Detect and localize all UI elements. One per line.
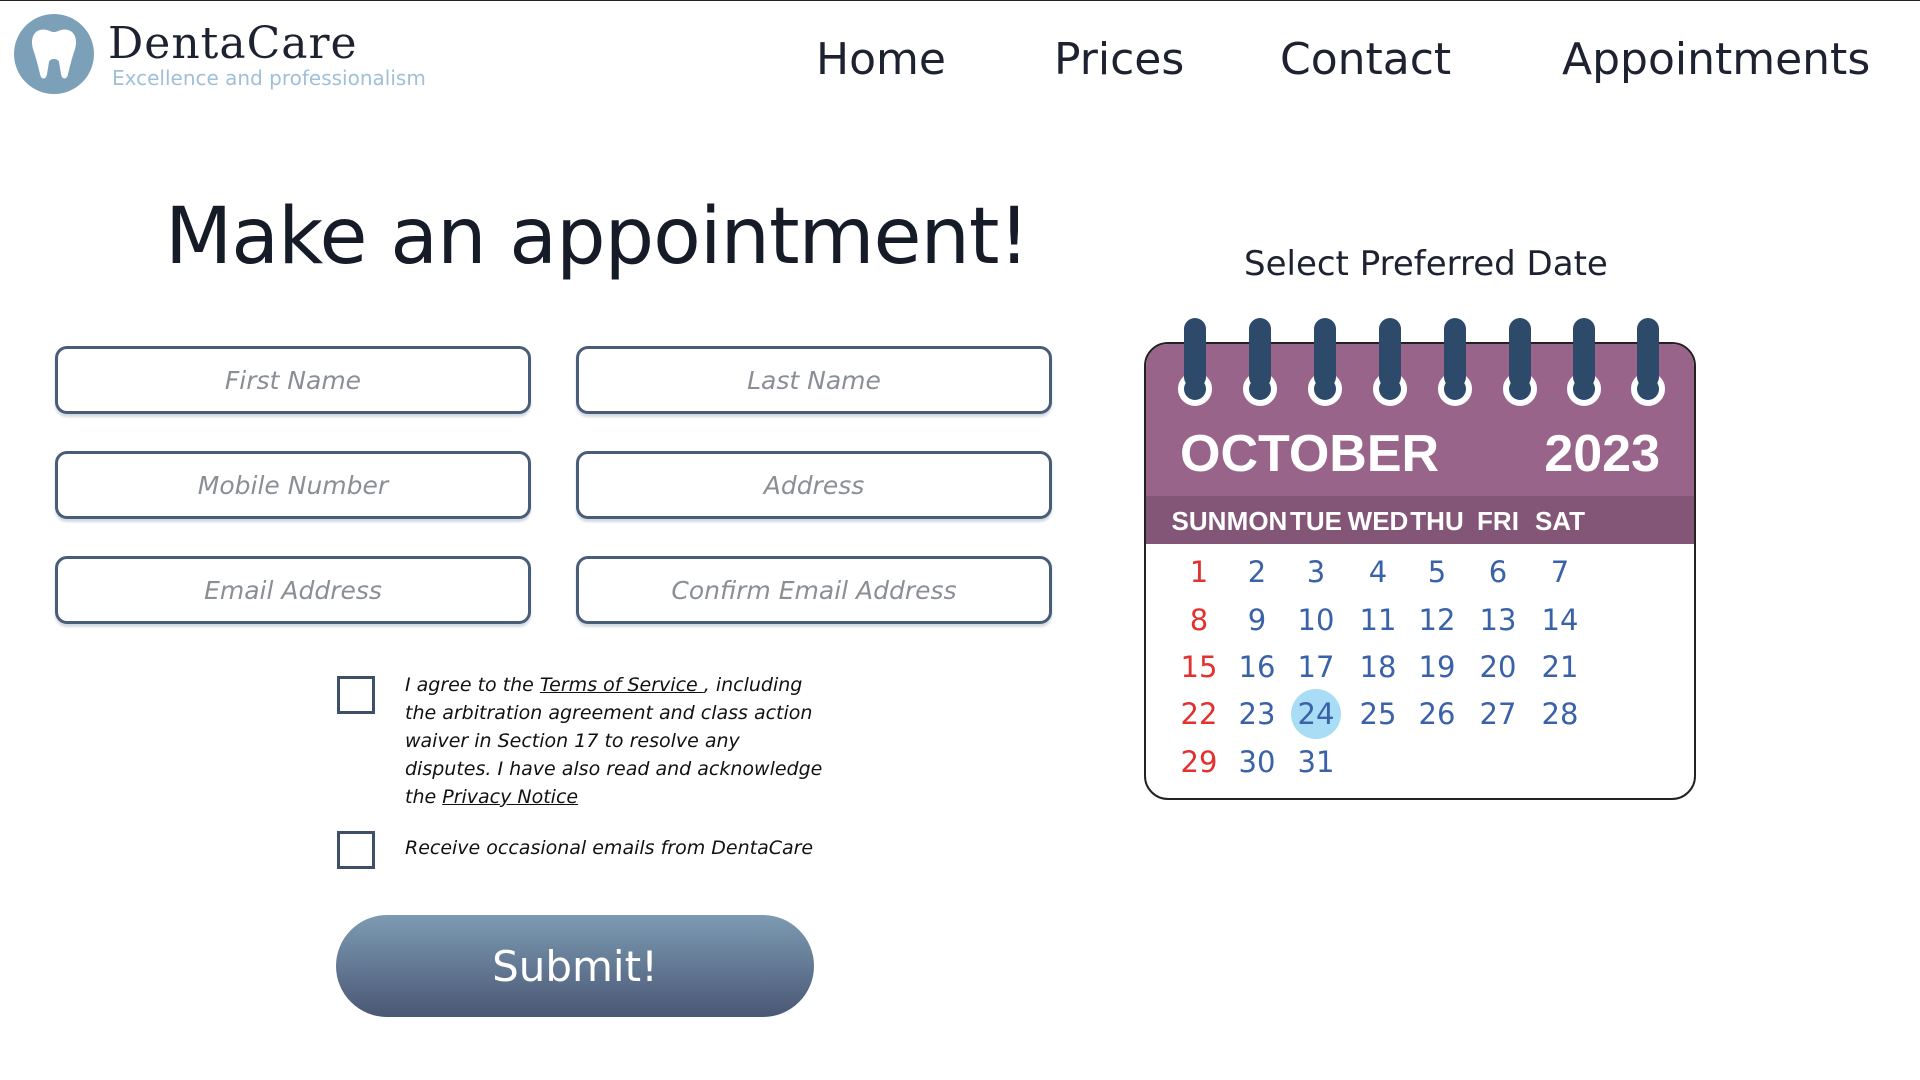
calendar-date[interactable]: 22 <box>1172 691 1226 737</box>
terms-text: I agree to the Terms of Service , includ… <box>405 671 825 811</box>
selected-date[interactable]: 24 <box>1291 689 1341 739</box>
weekday-mon: MON <box>1226 506 1288 536</box>
binding-ring <box>1509 318 1531 388</box>
weekday-fri: FRI <box>1477 506 1519 536</box>
calendar-date[interactable]: 31 <box>1289 739 1343 785</box>
first-name-input[interactable] <box>55 346 531 414</box>
terms-prefix: I agree to the <box>405 674 540 696</box>
terms-of-service-link[interactable]: Terms of Service <box>540 674 704 696</box>
calendar-date[interactable]: 25 <box>1351 691 1405 737</box>
weekday-sat: SAT <box>1534 506 1586 536</box>
confirm-email-input[interactable] <box>576 556 1052 624</box>
calendar-date[interactable]: 13 <box>1471 597 1525 643</box>
calendar-date[interactable]: 11 <box>1351 597 1405 643</box>
calendar-date[interactable]: 14 <box>1533 597 1587 643</box>
calendar-date[interactable]: 28 <box>1533 691 1587 737</box>
address-input[interactable] <box>576 451 1052 519</box>
calendar-date[interactable]: 16 <box>1230 644 1284 690</box>
calendar-date[interactable]: 6 <box>1471 549 1525 595</box>
weekday-thu: THU <box>1410 506 1464 536</box>
calendar-date[interactable]: 29 <box>1172 739 1226 785</box>
nav-contact[interactable]: Contact <box>1280 34 1451 85</box>
calendar-date[interactable]: 3 <box>1289 549 1343 595</box>
newsletter-label: Receive occasional emails from DentaCare <box>405 837 814 859</box>
calendar-month: OCTOBER <box>1180 425 1440 483</box>
calendar-date[interactable]: 30 <box>1230 739 1284 785</box>
calendar-date[interactable]: 23 <box>1230 691 1284 737</box>
calendar-date[interactable]: 18 <box>1351 644 1405 690</box>
calendar-date[interactable]: 4 <box>1351 549 1405 595</box>
calendar-year: 2023 <box>1544 425 1660 483</box>
weekday-wed: WED <box>1347 506 1409 536</box>
binding-ring <box>1573 318 1595 388</box>
nav-prices[interactable]: Prices <box>1054 34 1184 85</box>
tooth-icon[interactable] <box>14 14 94 94</box>
brand-name[interactable]: DentaCare <box>108 18 358 69</box>
calendar-date[interactable]: 15 <box>1172 644 1226 690</box>
terms-checkbox[interactable] <box>337 676 375 714</box>
nav-home[interactable]: Home <box>816 34 946 85</box>
calendar-date[interactable]: 19 <box>1410 644 1464 690</box>
weekday-tue: TUE <box>1290 506 1342 536</box>
mobile-number-input[interactable] <box>55 451 531 519</box>
email-input[interactable] <box>55 556 531 624</box>
calendar-date[interactable]: 10 <box>1289 597 1343 643</box>
calendar-date[interactable]: 27 <box>1471 691 1525 737</box>
calendar: OCTOBER 2023 SUN MON TUE WED THU FRI SAT 12345… <box>1144 342 1696 800</box>
binding-ring <box>1249 318 1271 388</box>
top-border <box>0 0 1920 1</box>
binding-ring <box>1314 318 1336 388</box>
binding-ring <box>1444 318 1466 388</box>
page-title: Make an appointment! <box>165 192 1030 282</box>
calendar-date[interactable]: 7 <box>1533 549 1587 595</box>
submit-button[interactable]: Submit! <box>336 915 814 1017</box>
calendar-date[interactable]: 5 <box>1410 549 1464 595</box>
binding-ring <box>1379 318 1401 388</box>
calendar-date[interactable]: 1 <box>1172 549 1226 595</box>
calendar-date[interactable]: 12 <box>1410 597 1464 643</box>
calendar-label: Select Preferred Date <box>1244 244 1608 284</box>
calendar-date[interactable]: 21 <box>1533 644 1587 690</box>
calendar-date[interactable]: 2 <box>1230 549 1284 595</box>
calendar-date[interactable]: 9 <box>1230 597 1284 643</box>
privacy-notice-link[interactable]: Privacy Notice <box>442 786 578 808</box>
newsletter-checkbox[interactable] <box>337 831 375 869</box>
calendar-date[interactable]: 17 <box>1289 644 1343 690</box>
calendar-date[interactable]: 26 <box>1410 691 1464 737</box>
binding-ring <box>1637 318 1659 388</box>
calendar-date[interactable]: 8 <box>1172 597 1226 643</box>
binding-ring <box>1184 318 1206 388</box>
nav-appointments[interactable]: Appointments <box>1562 34 1870 85</box>
last-name-input[interactable] <box>576 346 1052 414</box>
brand-tagline: Excellence and professionalism <box>112 66 426 90</box>
calendar-date[interactable]: 20 <box>1471 644 1525 690</box>
